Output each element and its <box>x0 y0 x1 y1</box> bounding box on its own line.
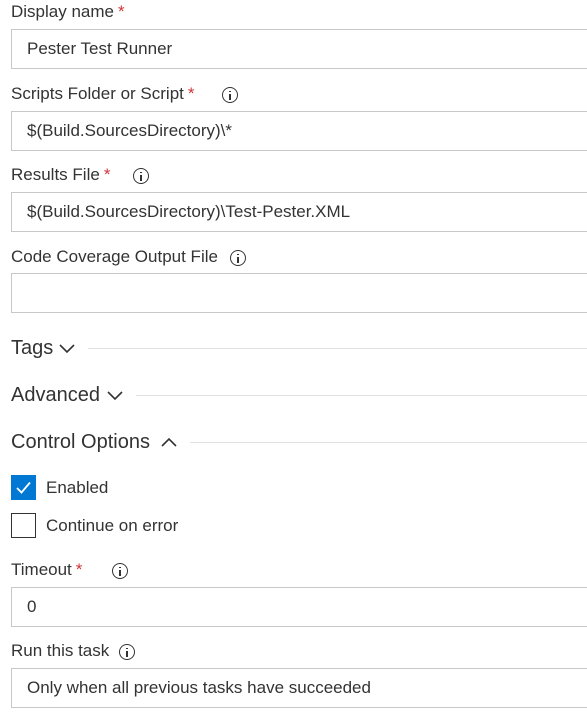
checkmark-icon <box>16 481 31 494</box>
results-file-value: $(Build.SourcesDirectory)\Test-Pester.XM… <box>27 202 351 221</box>
info-icon[interactable] <box>230 250 246 266</box>
display-name-label: Display name * <box>11 2 125 22</box>
scripts-folder-label-text: Scripts Folder or Script <box>11 84 184 103</box>
scripts-folder-input[interactable]: $(Build.SourcesDirectory)\* <box>11 111 587 151</box>
scripts-folder-value: $(Build.SourcesDirectory)\* <box>27 121 233 140</box>
enabled-label: Enabled <box>46 478 108 498</box>
results-file-input[interactable]: $(Build.SourcesDirectory)\Test-Pester.XM… <box>11 192 587 232</box>
info-icon[interactable] <box>119 644 135 660</box>
advanced-section-label: Advanced <box>11 384 100 406</box>
timeout-value: 0 <box>27 597 37 616</box>
code-coverage-label-text: Code Coverage Output File <box>11 247 218 266</box>
continue-on-error-label: Continue on error <box>46 516 178 536</box>
code-coverage-label: Code Coverage Output File <box>11 247 218 267</box>
results-file-label-text: Results File <box>11 165 100 184</box>
advanced-section-header[interactable]: Advanced <box>11 384 100 407</box>
section-divider <box>136 395 587 396</box>
continue-on-error-label-text: Continue on error <box>46 516 179 535</box>
display-name-input[interactable]: Pester Test Runner <box>11 29 587 69</box>
tags-section-label: Tags <box>11 337 54 359</box>
control-options-section-header[interactable]: Control Options <box>11 431 150 454</box>
timeout-label: Timeout * <box>11 560 82 580</box>
display-name-label-text: Display name <box>11 2 114 21</box>
run-this-task-label: Run this task <box>11 641 109 661</box>
display-name-value: Pester Test Runner <box>27 39 173 58</box>
required-marker: * <box>103 165 111 184</box>
scripts-folder-label: Scripts Folder or Script * <box>11 84 195 104</box>
timeout-input[interactable]: 0 <box>11 587 587 627</box>
chevron-down-icon[interactable] <box>59 343 75 355</box>
control-options-section-label: Control Options <box>11 431 150 453</box>
chevron-down-icon[interactable] <box>107 390 123 402</box>
run-this-task-select[interactable]: Only when all previous tasks have succee… <box>11 668 587 708</box>
enabled-label-text: Enabled <box>46 478 109 497</box>
required-marker: * <box>75 560 83 579</box>
run-this-task-value: Only when all previous tasks have succee… <box>27 678 371 697</box>
required-marker: * <box>118 2 125 21</box>
section-divider <box>88 348 587 349</box>
info-icon[interactable] <box>222 87 238 103</box>
continue-on-error-checkbox[interactable] <box>11 513 36 538</box>
info-icon[interactable] <box>112 563 128 579</box>
info-icon[interactable] <box>133 168 149 184</box>
run-this-task-label-text: Run this task <box>11 641 110 660</box>
section-divider <box>190 442 587 443</box>
enabled-checkbox[interactable] <box>11 475 36 500</box>
chevron-up-icon[interactable] <box>161 436 177 448</box>
tags-section-header[interactable]: Tags <box>11 337 53 360</box>
code-coverage-input[interactable] <box>11 273 587 313</box>
required-marker: * <box>187 84 195 103</box>
timeout-label-text: Timeout <box>11 560 72 579</box>
results-file-label: Results File * <box>11 165 110 185</box>
